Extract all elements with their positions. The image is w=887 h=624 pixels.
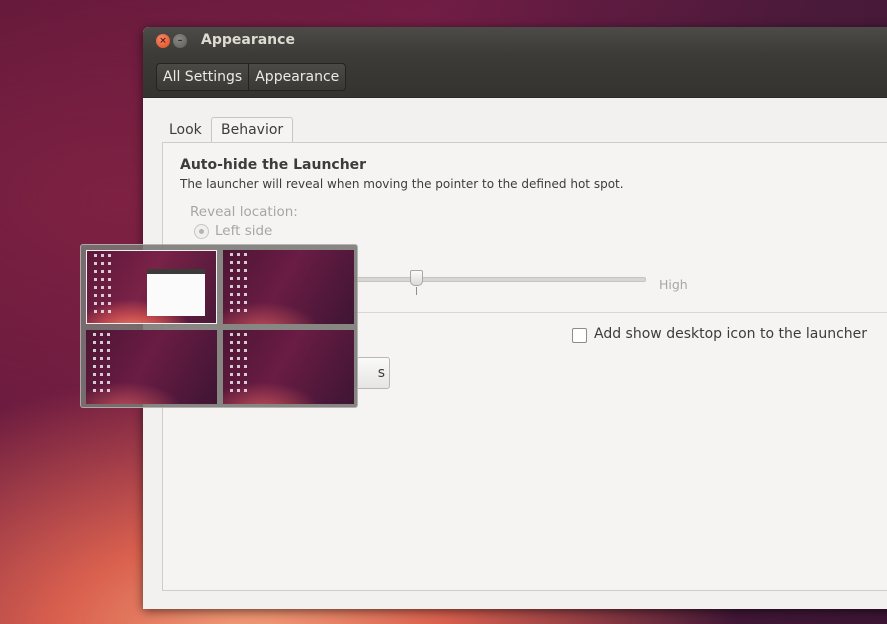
- desktop-icons: [93, 333, 111, 393]
- show-desktop-checkbox[interactable]: [572, 328, 587, 343]
- desktop-icons: [94, 254, 112, 314]
- workspace-4[interactable]: [223, 330, 354, 404]
- title-bar[interactable]: × – Appearance: [143, 27, 887, 55]
- workspace-3[interactable]: [86, 330, 217, 404]
- section-subtitle: The launcher will reveal when moving the…: [180, 177, 624, 191]
- reveal-location-label: Reveal location:: [190, 204, 298, 220]
- restore-defaults-button[interactable]: s: [356, 357, 390, 389]
- left-side-label: Left side: [215, 223, 273, 239]
- minimize-icon[interactable]: –: [173, 34, 187, 48]
- window-title: Appearance: [201, 32, 295, 48]
- window-thumbnail: [147, 269, 205, 316]
- desktop-icons: [230, 333, 248, 393]
- sensitivity-slider-handle[interactable]: [410, 270, 423, 286]
- workspace-2[interactable]: [223, 250, 354, 324]
- breadcrumb-all-settings[interactable]: All Settings: [157, 64, 248, 90]
- tab-behavior[interactable]: Behavior: [211, 117, 294, 144]
- sensitivity-high-label: High: [659, 277, 688, 292]
- slider-tick-mark: [416, 287, 417, 295]
- workspace-switcher: [80, 244, 358, 408]
- desktop-icons: [230, 253, 248, 313]
- toolbar: All Settings Appearance: [143, 55, 887, 98]
- breadcrumb-appearance[interactable]: Appearance: [248, 64, 345, 90]
- show-desktop-checkbox-label[interactable]: Add show desktop icon to the launcher: [594, 326, 867, 342]
- tab-look[interactable]: Look: [169, 117, 202, 143]
- sensitivity-slider-track[interactable]: [323, 277, 646, 282]
- section-title: Auto-hide the Launcher: [180, 157, 367, 173]
- workspace-1[interactable]: [86, 250, 217, 324]
- close-icon[interactable]: ×: [156, 34, 170, 48]
- left-side-radio[interactable]: [194, 224, 209, 239]
- breadcrumb: All Settings Appearance: [156, 63, 347, 91]
